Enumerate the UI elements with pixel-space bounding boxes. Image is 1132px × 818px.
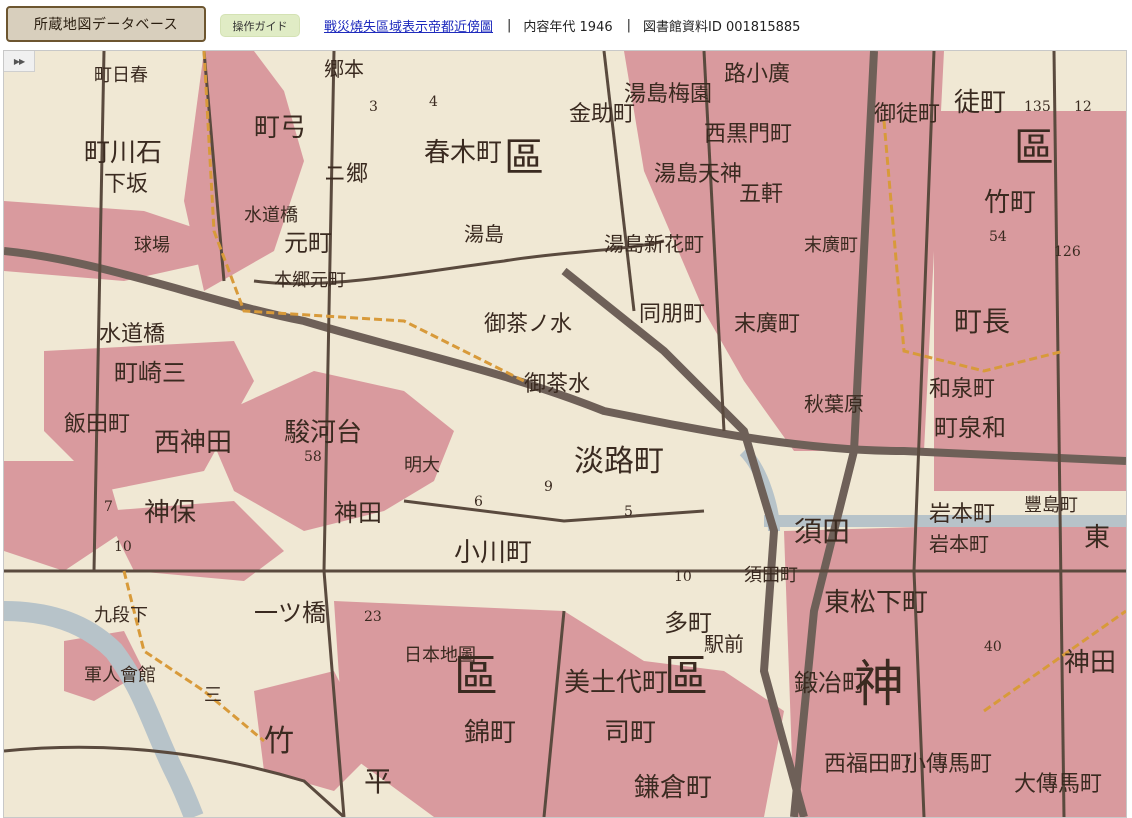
label-suehiro-2: 末廣町 <box>804 235 858 256</box>
separator: | <box>626 18 632 33</box>
label-ochanomizu-2: 御茶水 <box>524 372 590 397</box>
label-num-9: 9 <box>544 479 553 495</box>
label-suehiro: 末廣町 <box>734 312 800 337</box>
label-yushima-road: 湯島 <box>464 222 504 246</box>
label-num-4: 4 <box>429 94 438 110</box>
label-num-10b: 10 <box>114 539 132 555</box>
label-take-2: 竹 <box>264 724 294 759</box>
label-iida: 飯田町 <box>64 412 130 437</box>
label-suido-bashi: 水道橋 <box>244 205 298 226</box>
label-kozuka: 下坂 <box>104 172 148 197</box>
label-kanda-nishiki: 錦町 <box>464 718 516 748</box>
label-num-10: 10 <box>674 569 692 585</box>
double-chevron-right-icon[interactable]: ▶▶ <box>4 51 35 72</box>
label-num-58: 58 <box>304 449 322 465</box>
label-kamakura: 鎌倉町 <box>634 773 712 803</box>
label-num-126: 126 <box>1054 244 1081 260</box>
label-jimbo: 神保 <box>144 498 196 528</box>
label-kyujo: 球場 <box>134 235 170 256</box>
label-kanda-2: 神田 <box>1064 648 1116 678</box>
label-ogawa: 小川町 <box>454 538 532 568</box>
map-viewer[interactable]: ▶▶ 町川石 町日春 下坂 球場 町弓 ニ郷 春木町 郷本 區 金助町 湯島梅園… <box>3 50 1127 818</box>
label-kandasurugadai: 駿河台 <box>284 418 362 448</box>
label-nishi-kuroumon: 西黒門町 <box>704 122 792 147</box>
label-num-12: 12 <box>1074 99 1092 115</box>
label-toyoshima: 豐島町 <box>1024 495 1078 516</box>
label-meidai: 明大 <box>404 455 440 476</box>
era-text: 内容年代 1946 <box>523 20 613 35</box>
label-yumi-2: ニ郷 <box>324 162 368 187</box>
label-gunjin: 軍人會館 <box>84 665 156 686</box>
label-nishikanda: 西神田 <box>154 428 232 458</box>
label-kanda-sarugaku: 神田 <box>334 499 382 527</box>
label-kodenma: 小傳馬町 <box>904 752 992 777</box>
label-nishi-fukuda: 西福田町 <box>824 752 912 777</box>
label-yumi: 町弓 <box>254 113 306 143</box>
label-sudacho: 須田町 <box>744 565 798 586</box>
map-info-bar: 戰災燒失區域表示帝都近傍圖 | 内容年代 1946 | 図書館資料ID 0018… <box>324 16 800 35</box>
label-kudan: 九段下 <box>94 605 148 626</box>
label-awaji: 淡路町 <box>574 444 664 479</box>
label-yushima-shinhana: 湯島新花町 <box>604 232 704 256</box>
label-iwamoto-2: 岩本町 <box>929 532 989 556</box>
label-hongo: 郷本 <box>324 57 364 81</box>
label-num-6: 6 <box>474 494 483 510</box>
label-kasuga-2: 春木町 <box>424 138 502 168</box>
label-ochanomizu: 御茶ノ水 <box>484 312 572 337</box>
operation-guide-button[interactable]: 操作ガイド <box>220 14 300 37</box>
library-id-text: 図書館資料ID 001815885 <box>643 20 801 35</box>
separator: | <box>507 18 512 33</box>
label-num-40: 40 <box>984 639 1002 655</box>
top-header: 所蔵地図データベース 操作ガイド 戰災燒失區域表示帝都近傍圖 | 内容年代 19… <box>0 0 1132 48</box>
label-sudacho-2: 須田 <box>794 515 850 548</box>
label-num-54: 54 <box>989 229 1007 245</box>
label-dobo: 同朋町 <box>639 302 705 327</box>
label-ward-seal-4: 區 <box>664 651 708 702</box>
label-ochimachi-2: 徒町 <box>954 88 1006 118</box>
label-num-7: 7 <box>104 499 113 515</box>
map-canvas[interactable]: 町川石 町日春 下坂 球場 町弓 ニ郷 春木町 郷本 區 金助町 湯島梅園 湯島… <box>4 51 1126 817</box>
label-higashi: 東 <box>1084 523 1110 553</box>
label-num-5: 5 <box>624 504 633 520</box>
label-kanda-hirokoji: 路小廣 <box>724 62 790 87</box>
label-nihon-chizu: 日本地圖 <box>404 645 476 666</box>
label-num-3: 3 <box>369 99 378 115</box>
label-tsukasa: 司町 <box>604 718 656 748</box>
label-chomachi: 町長 <box>954 305 1010 338</box>
label-five: 五軒 <box>739 182 783 207</box>
map-title-link[interactable]: 戰災燒失區域表示帝都近傍圖 <box>324 16 493 35</box>
label-misaki: 町崎三 <box>114 359 186 387</box>
label-kami: 神 <box>854 655 904 713</box>
label-hitotsubashi: 一ツ橋 <box>254 599 326 627</box>
label-ishikawa: 町川石 <box>84 138 162 168</box>
label-ochimachi: 御徒町 <box>874 102 940 127</box>
label-matsushita: 東松下町 <box>824 588 928 618</box>
label-mitoshiro: 美土代町 <box>564 668 668 698</box>
database-logo[interactable]: 所蔵地図データベース <box>6 6 206 42</box>
label-ward-seal-2: 區 <box>1014 125 1054 171</box>
label-yushima-tenjin: 湯島天神 <box>654 162 742 187</box>
label-izumi: 和泉町 <box>929 377 995 402</box>
label-hira: 平 <box>364 765 392 798</box>
label-akiba: 秋葉原 <box>804 392 864 416</box>
label-odenma: 大傳馬町 <box>1014 772 1102 797</box>
label-ward-seal-1: 區 <box>504 135 544 181</box>
label-kanda-ta: 多町 <box>664 609 712 637</box>
label-yushima-top: 湯島梅園 <box>624 82 712 107</box>
label-num-23: 23 <box>364 609 382 625</box>
label-num-135: 135 <box>1024 99 1051 115</box>
label-iwamoto: 岩本町 <box>929 502 995 527</box>
label-izumi-2: 町泉和 <box>934 414 1006 442</box>
label-motomachi: 元町 <box>284 229 332 257</box>
label-suido: 水道橋 <box>99 322 165 347</box>
label-taira: 三 <box>204 685 222 706</box>
label-hongo-moto: 本郷元町 <box>274 270 346 291</box>
label-take: 竹町 <box>984 188 1036 218</box>
label-koishikawa-fragment: 町日春 <box>94 65 148 86</box>
